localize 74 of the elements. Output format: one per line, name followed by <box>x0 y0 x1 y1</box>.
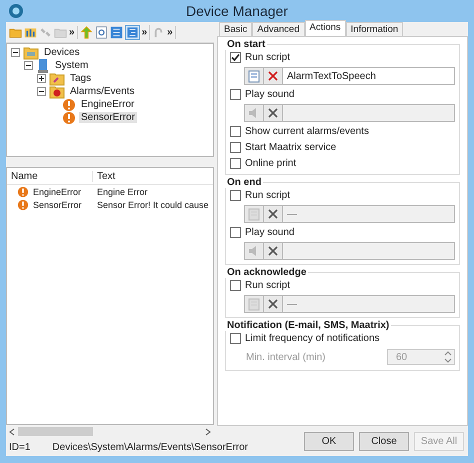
tree-item[interactable]: Alarms/Events <box>68 86 136 97</box>
checkbox[interactable] <box>230 52 241 63</box>
field-label: Min. interval (min) <box>246 352 326 362</box>
tab[interactable]: Information <box>346 22 404 36</box>
checkbox-label: Run script <box>245 190 290 201</box>
group-title: On acknowledge <box>226 267 308 278</box>
overflow-button[interactable]: » <box>167 26 173 38</box>
checkbox-label: Online print <box>245 158 296 169</box>
checkbox-label: Limit frequency of notifications <box>245 333 380 344</box>
checkbox[interactable] <box>230 142 241 153</box>
checkbox-label: Run script <box>245 52 290 63</box>
tree-item[interactable]: System <box>53 60 90 71</box>
checkbox[interactable] <box>230 333 241 344</box>
table-cell: EngineError <box>33 186 82 196</box>
script-button[interactable] <box>245 68 264 84</box>
folder-icon <box>49 72 65 86</box>
list-icon[interactable] <box>124 24 140 40</box>
alert-icon <box>17 186 29 198</box>
checkbox[interactable] <box>230 89 241 100</box>
dialog-button[interactable]: OK <box>304 432 354 450</box>
close-icon <box>268 209 278 219</box>
table-cell-text: Engine Error <box>96 186 149 196</box>
column-header[interactable]: Text <box>93 170 213 182</box>
tree-item[interactable]: Tags <box>68 73 94 84</box>
group-title: On end <box>226 177 262 188</box>
tree-item[interactable]: EngineError <box>79 99 136 110</box>
close-icon <box>268 299 278 309</box>
checkbox[interactable] <box>230 158 241 169</box>
tab[interactable]: Advanced <box>252 22 304 36</box>
checkbox[interactable] <box>230 126 241 137</box>
overflow-button[interactable]: » <box>142 26 148 38</box>
checkbox[interactable] <box>230 280 241 291</box>
dialog-button[interactable]: Close <box>359 432 409 450</box>
folder-icon <box>49 84 65 98</box>
group-title: On start <box>226 39 266 50</box>
alert-icon <box>62 110 76 124</box>
group-title: Notification (E-mail, SMS, Maatrix) <box>226 320 390 331</box>
bar-chart-icon[interactable] <box>24 26 37 38</box>
alert-icon <box>17 198 29 210</box>
list-icon[interactable] <box>110 26 123 38</box>
close-icon <box>268 108 278 118</box>
tree-item[interactable]: SensorError <box>79 112 137 123</box>
checkbox[interactable] <box>230 190 241 201</box>
search-icon[interactable] <box>94 26 108 38</box>
checkbox-label: Play sound <box>245 89 294 100</box>
expander-icon[interactable] <box>11 48 20 57</box>
folder-icon <box>23 46 39 60</box>
close-icon <box>268 246 278 256</box>
table-cell: SensorError <box>33 200 82 210</box>
checkbox-label: Show current alarms/events <box>245 126 369 137</box>
expander-icon[interactable] <box>24 61 33 70</box>
tab[interactable]: Actions <box>304 20 346 36</box>
expander-icon[interactable] <box>37 87 46 96</box>
script-icon <box>247 69 261 83</box>
alert-icon <box>62 98 76 112</box>
scroll-left-icon[interactable] <box>9 428 15 436</box>
scroll-right-icon[interactable] <box>205 428 211 436</box>
status-path: Devices\System\Alarms/Events\SensorError <box>52 442 248 452</box>
checkbox[interactable] <box>230 227 241 238</box>
expander-icon[interactable] <box>37 74 46 83</box>
overflow-button[interactable]: » <box>69 26 75 38</box>
window-title: Device Manager <box>185 3 289 19</box>
computer-icon <box>36 58 50 74</box>
table-cell-text: Sensor Error! It could cause <box>96 200 210 210</box>
app-icon <box>8 3 24 19</box>
checkbox-label: Start Maatrix service <box>245 142 336 153</box>
status-id: ID=1 <box>9 442 30 452</box>
checkbox-label: Play sound <box>245 227 294 238</box>
tree-item[interactable]: Devices <box>42 47 82 58</box>
checkbox-label: Run script <box>245 280 290 291</box>
tab[interactable]: Basic <box>219 22 252 36</box>
close-icon <box>268 71 278 81</box>
clear-button[interactable] <box>264 68 283 84</box>
column-header[interactable]: Name <box>7 170 93 182</box>
